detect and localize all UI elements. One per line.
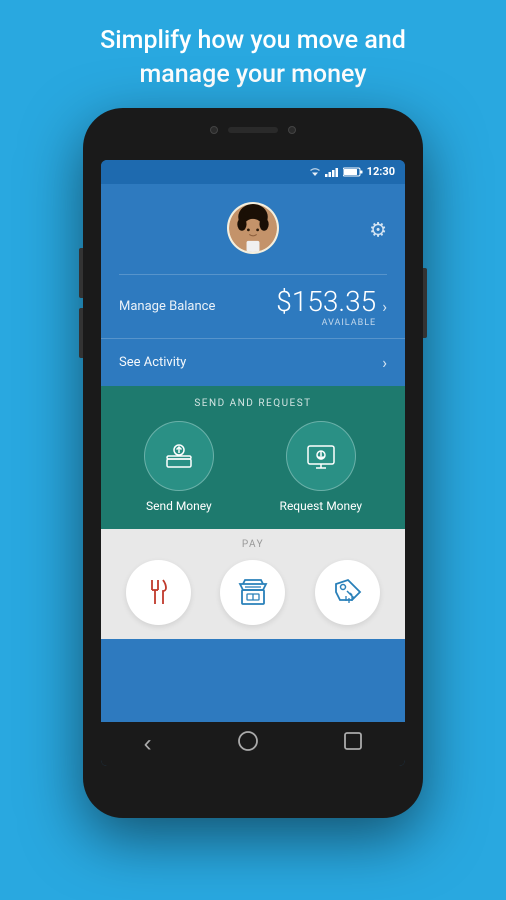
- phone-device: 12:30: [83, 108, 423, 818]
- recent-apps-icon: [344, 732, 362, 750]
- avatar-image: [229, 202, 277, 254]
- wifi-icon: [309, 167, 321, 177]
- ticket-icon: [332, 576, 364, 608]
- recent-apps-button[interactable]: [344, 732, 362, 756]
- navigation-bar: ‹: [101, 722, 405, 766]
- avatar[interactable]: [227, 202, 279, 254]
- signal-icon: [325, 167, 339, 177]
- request-money-label: Request Money: [280, 499, 363, 513]
- phone-shell: 12:30: [83, 108, 423, 818]
- action-buttons-row: Send Money: [111, 421, 395, 513]
- status-bar: 12:30: [101, 160, 405, 184]
- request-money-circle: [286, 421, 356, 491]
- home-icon: [237, 730, 259, 752]
- request-money-icon: [303, 438, 339, 474]
- store-pay-button[interactable]: [220, 560, 285, 625]
- title-line2: manage your money: [140, 60, 367, 89]
- ticket-pay-button[interactable]: [315, 560, 380, 625]
- send-money-label: Send Money: [146, 499, 212, 513]
- see-activity-row[interactable]: See Activity ›: [101, 338, 405, 386]
- phone-screen: 12:30: [101, 160, 405, 766]
- balance-info: $153.35 AVAILABLE: [276, 285, 376, 328]
- volume-up-button: [79, 248, 83, 298]
- home-button[interactable]: [237, 730, 259, 758]
- status-icons: 12:30: [309, 165, 395, 178]
- send-money-button[interactable]: Send Money: [144, 421, 214, 513]
- header-row: ⚙: [119, 194, 387, 266]
- pay-section: PAY: [101, 529, 405, 639]
- pay-buttons-row: [111, 560, 395, 625]
- restaurant-pay-button[interactable]: [126, 560, 191, 625]
- balance-arrow-icon: ›: [382, 297, 387, 316]
- front-camera: [210, 126, 218, 134]
- top-section: ⚙: [101, 184, 405, 266]
- settings-button[interactable]: ⚙: [369, 217, 387, 242]
- store-icon: [237, 576, 269, 608]
- speaker-grill: [228, 127, 278, 133]
- send-money-circle: [144, 421, 214, 491]
- title-line1: Simplify how you move and: [100, 26, 406, 55]
- see-activity-label: See Activity: [119, 355, 186, 370]
- balance-row[interactable]: Manage Balance $153.35 AVAILABLE ›: [119, 274, 387, 332]
- balance-right: $153.35 AVAILABLE ›: [276, 285, 387, 328]
- back-button[interactable]: ‹: [144, 730, 152, 758]
- send-request-section: SEND AND REQUEST: [101, 386, 405, 529]
- balance-section: Manage Balance $153.35 AVAILABLE ›: [101, 266, 405, 332]
- pay-title: PAY: [111, 539, 395, 550]
- power-button: [423, 268, 427, 338]
- sensor: [288, 126, 296, 134]
- battery-icon: [343, 167, 363, 177]
- activity-arrow-icon: ›: [382, 353, 387, 372]
- status-time: 12:30: [367, 165, 395, 178]
- volume-down-button: [79, 308, 83, 358]
- phone-top-bar: [210, 126, 296, 134]
- send-request-title: SEND AND REQUEST: [111, 398, 395, 409]
- request-money-button[interactable]: Request Money: [280, 421, 363, 513]
- balance-amount: $153.35: [276, 285, 376, 318]
- page-title: Simplify how you move and manage your mo…: [60, 0, 446, 108]
- send-money-icon: [161, 438, 197, 474]
- manage-balance-label: Manage Balance: [119, 299, 215, 314]
- available-label: AVAILABLE: [276, 318, 376, 328]
- restaurant-icon: [142, 576, 174, 608]
